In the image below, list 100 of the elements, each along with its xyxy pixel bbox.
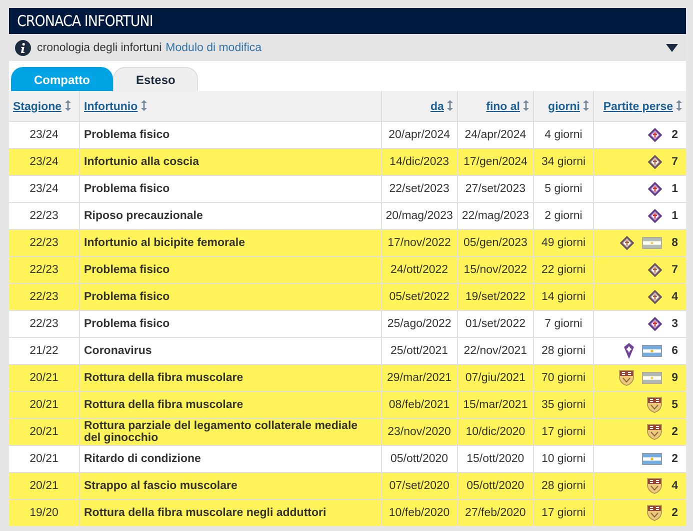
table-cell: Infortunio al bicipite femorale — [80, 230, 382, 256]
diamond-crest-icon[interactable] — [648, 128, 662, 142]
lily-crest-icon[interactable] — [624, 343, 634, 359]
diamond-crest-icon[interactable] — [620, 236, 634, 250]
table-cell: 22/23 — [9, 284, 80, 310]
table-cell: 14 giorni — [534, 284, 594, 310]
sort-icon[interactable] — [140, 100, 147, 110]
table-cell: 07/set/2020 — [381, 472, 458, 500]
games-count: 1 — [670, 183, 678, 195]
shield-crest-icon[interactable] — [647, 505, 662, 521]
games-count: 2 — [670, 129, 678, 141]
view-tab[interactable]: Esteso — [113, 67, 198, 91]
info-text: cronologia degli infortuni — [37, 42, 162, 54]
table-cell: 05/ott/2020 — [457, 472, 534, 500]
games-count: 5 — [670, 399, 678, 411]
diamond-crest-icon[interactable] — [648, 182, 662, 196]
games-count: 6 — [670, 345, 678, 357]
table-cell: 24/ott/2022 — [381, 256, 458, 284]
games-count: 7 — [670, 156, 678, 168]
shield-crest-icon[interactable] — [647, 397, 662, 413]
table-cell: Problema fisico — [80, 256, 382, 284]
table-cell: 17/nov/2022 — [381, 230, 458, 256]
games-count: 7 — [670, 264, 678, 276]
table-cell: 10/dic/2020 — [457, 418, 534, 446]
diamond-crest-icon[interactable] — [648, 290, 662, 304]
games-count: 4 — [670, 291, 678, 303]
sort-link[interactable]: giorni — [548, 100, 580, 112]
caret-icon[interactable] — [666, 44, 678, 52]
sort-icon[interactable] — [523, 100, 529, 110]
sort-link[interactable]: da — [430, 100, 444, 112]
diamond-crest-icon[interactable] — [648, 263, 662, 277]
table-cell: Problema fisico — [80, 284, 382, 310]
table-cell: 5 giorni — [534, 176, 594, 202]
table-cell: 23/24 — [9, 148, 80, 176]
table-cell: 22/23 — [9, 310, 80, 338]
table-cell: 17 giorni — [534, 418, 594, 446]
table-cell: 15/mar/2021 — [457, 392, 534, 418]
table-cell: 23/24 — [9, 176, 80, 202]
flag-icon[interactable] — [642, 345, 662, 357]
table-cell: 27/set/2023 — [457, 176, 534, 202]
games-count: 2 — [670, 507, 678, 519]
sort-icon[interactable] — [583, 100, 589, 110]
sort-icon[interactable] — [446, 100, 453, 110]
diamond-crest-icon[interactable] — [648, 317, 662, 331]
table-cell: 19/set/2022 — [457, 284, 534, 310]
table-cell: 07/giu/2021 — [457, 364, 534, 392]
games-count: 2 — [670, 426, 678, 438]
table-cell: 28 giorni — [534, 472, 594, 500]
table-cell: 20/21 — [9, 472, 80, 500]
sort-link[interactable]: fino al — [486, 100, 520, 112]
table-cell: 05/gen/2023 — [457, 230, 534, 256]
table-cell: 20/21 — [9, 364, 80, 392]
table-cell: 22 giorni — [534, 256, 594, 284]
table-cell: 29/mar/2021 — [381, 364, 458, 392]
table-cell: Problema fisico — [80, 310, 382, 338]
table-cell: 35 giorni — [534, 392, 594, 418]
sort-icon[interactable] — [64, 100, 71, 110]
table-cell: Rottura della fibra muscolare — [80, 364, 382, 392]
shield-crest-icon[interactable] — [619, 370, 634, 386]
table-cell: 17 giorni — [534, 500, 594, 526]
shield-crest-icon[interactable] — [647, 424, 662, 440]
games-count: 2 — [670, 453, 678, 465]
info-icon — [15, 40, 31, 56]
table-cell: 08/feb/2021 — [381, 392, 458, 418]
table-cell: 19/20 — [9, 500, 80, 526]
section-title: CRONACA INFORTUNI — [17, 12, 153, 30]
shield-crest-icon[interactable] — [647, 478, 662, 494]
table-cell: Rottura della fibra muscolare — [80, 392, 382, 418]
table-cell: Infortunio alla coscia — [80, 148, 382, 176]
table-cell: 34 giorni — [534, 148, 594, 176]
diamond-crest-icon[interactable] — [648, 155, 662, 169]
table-cell: 01/set/2022 — [457, 310, 534, 338]
sort-link[interactable]: Partite perse — [603, 100, 673, 112]
table-cell: 23/nov/2020 — [381, 418, 458, 446]
games-count: 4 — [670, 480, 678, 492]
table-cell: 27/feb/2020 — [457, 500, 534, 526]
sort-link[interactable]: Stagione — [13, 100, 62, 112]
edit-link[interactable]: Modulo di modifica — [166, 42, 262, 54]
flag-icon[interactable] — [642, 453, 662, 465]
table-cell: Strappo al fascio muscolare — [80, 472, 382, 500]
table-cell: Problema fisico — [80, 176, 382, 202]
games-count: 1 — [670, 210, 678, 222]
table-cell: 14/dic/2023 — [381, 148, 458, 176]
table-cell: 22/23 — [9, 256, 80, 284]
table-cell: 20/21 — [9, 392, 80, 418]
table-cell: Rottura della fibra muscolare negli adduttori — [80, 500, 382, 526]
table-cell: 49 giorni — [534, 230, 594, 256]
table-cell: 7 giorni — [534, 310, 594, 338]
sort-icon[interactable] — [676, 100, 682, 110]
sort-link[interactable]: Infortunio — [84, 100, 138, 112]
table-cell: 22/set/2023 — [381, 176, 458, 202]
games-count: 3 — [670, 318, 678, 330]
table-cell: 05/set/2022 — [381, 284, 458, 310]
table-cell: 70 giorni — [534, 364, 594, 392]
games-count: 9 — [670, 372, 678, 384]
table-cell: 17/gen/2024 — [457, 148, 534, 176]
table-cell: 20/21 — [9, 418, 80, 446]
diamond-crest-icon[interactable] — [648, 209, 662, 223]
table-cell: 15/nov/2022 — [457, 256, 534, 284]
table-cell: Rottura parziale del legamento collaterale mediale del ginocchio — [80, 418, 382, 446]
